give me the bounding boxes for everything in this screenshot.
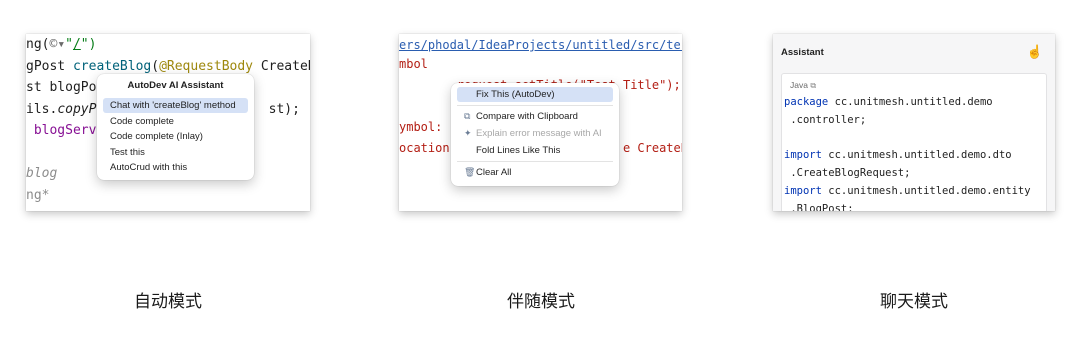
menu-item[interactable]: Chat with 'createBlog' method [103,98,248,113]
code-token: ng( [26,37,50,52]
popup-title: AutoDev AI Assistant [127,80,224,91]
code-token: mbol [399,57,428,71]
code-token: .controller; [784,113,867,126]
menu-item[interactable]: AutoCrud with this [103,160,248,175]
code-token: import [784,185,822,197]
code-token: import [784,149,822,162]
caption-chat-mode: 聊天模式 [880,292,948,312]
code-token: ng [26,187,42,203]
code-token: ( [151,58,160,74]
code-token: .CreateBlogRequest; [784,167,911,180]
code-token: ils. [26,101,58,117]
menu-item-label: Fix This (AutoDev) [476,89,555,100]
auto-mode-editor: ng(©▾"/") gPost createBlog(@RequestBody C… [26,34,310,211]
file-path-link[interactable]: ers/phodal/IdeaProjects/untitled/src/tes… [399,38,682,52]
code-line: gPost createBlog(@RequestBody CreateBlog… [26,59,310,74]
code-token: @RequestBody [159,58,253,74]
code-block: Java ⧉ package cc.unitmesh.untitled.demo… [781,73,1047,211]
code-token: cc.unitmesh.untitled.demo.entity [821,185,1031,197]
code-line: import cc.unitmesh.untitled.demo.entity [784,185,1031,197]
menu-item-label: Explain error message with AI [476,128,602,139]
code-line [784,132,790,144]
menu-item[interactable]: ⧉ Compare with Clipboard [457,109,613,124]
code-language-label: Java ⧉ [790,80,817,90]
menu-divider [457,105,613,106]
copy-icon[interactable]: ⧉ [810,81,816,90]
code-line: ng(©▾"/") [26,37,96,52]
menu-item-label: Compare with Clipboard [476,111,578,122]
editor-context-menu: Fix This (AutoDev) ⧉ Compare with Clipboar… [451,83,619,186]
menu-item[interactable]: Fold Lines Like This [457,143,613,158]
code-line: package cc.unitmesh.untitled.demo [784,96,993,108]
code-token: CreateBlogRe [260,58,310,74]
code-token: cc.unitmesh.untitled.demo.dto [821,149,1012,162]
code-token: createBlog [72,58,152,74]
code-token: " [65,37,73,52]
menu-divider [457,161,613,162]
code-line: mbol [399,57,428,71]
code-line [399,99,406,113]
compare-clipboard-icon: ⧉ [464,111,471,121]
menu-item[interactable]: Fix This (AutoDev) [457,87,613,102]
menu-item[interactable]: Test this [103,145,248,160]
code-line: .CreateBlogRequest; [784,167,910,179]
menu-item: ✦ Explain error message with AI [457,126,613,141]
code-line [26,145,34,160]
code-token: ▾ [57,37,66,52]
code-token: / [72,37,81,52]
code-token: blog [26,166,58,181]
pointer-hand-icon[interactable]: ☝ [1027,44,1043,60]
menu-item-label: Clear All [476,167,512,178]
menu-item[interactable]: Code complete [103,114,248,129]
menu-item-label: Fold Lines Like This [476,145,561,156]
assistant-title: Assistant [781,47,824,58]
code-line: ng* [26,188,49,203]
sparkle-icon: ✦ [464,128,472,138]
autodev-ai-assistant-popup: AutoDev AI Assistant Chat with 'createBl… [97,74,254,180]
menu-item[interactable]: Code complete (Inlay) [103,129,248,144]
code-token: cc.unitmesh.untitled.demo [828,96,993,108]
menu-item[interactable]: 🗑Clear All [457,165,613,180]
code-token: ymbol: [399,120,443,134]
code-token: gPost [26,58,73,74]
code-line: ymbol: [399,120,442,134]
chat-mode-panel: Assistant ☝ Java ⧉ package cc.unitmesh.u… [773,34,1055,211]
caption-companion-mode: 伴随模式 [507,292,575,312]
trash-icon: 🗑 [464,167,476,177]
code-line: .BlogPost; [784,202,854,211]
caption-auto-mode: 自动模式 [134,292,202,312]
companion-mode-editor: ers/phodal/IdeaProjects/untitled/src/tes… [399,34,682,211]
code-line: import cc.unitmesh.untitled.demo.dto [784,149,1012,161]
code-line: .controller; [784,114,866,126]
code-token: .BlogPost; [784,202,854,211]
code-line: blog [26,166,57,181]
code-token: package [784,96,829,108]
code-token: ") [80,37,97,52]
code-token: * [41,187,50,203]
